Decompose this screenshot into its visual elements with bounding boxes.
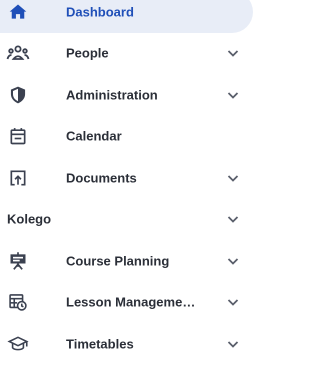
chevron-down-icon[interactable] — [226, 337, 240, 351]
sidebar-item-label: Administration — [66, 87, 158, 103]
sidebar-item-label: Lesson Manageme… — [66, 294, 196, 310]
sidebar-item-documents[interactable]: Documents — [0, 157, 253, 199]
shield-icon — [6, 83, 30, 107]
sidebar-item-label: Calendar — [66, 128, 122, 144]
chevron-down-icon[interactable] — [226, 46, 240, 60]
sidebar-nav: Dashboard People Administration Calendar… — [0, 0, 253, 359]
sidebar-item-lesson-management[interactable]: Lesson Manageme… — [0, 281, 253, 323]
sidebar-item-calendar[interactable]: Calendar — [0, 115, 253, 157]
presentation-board-icon — [6, 249, 30, 273]
sidebar-section-kolego[interactable]: Kolego — [0, 198, 253, 240]
chevron-down-icon[interactable] — [226, 88, 240, 102]
sidebar-item-label: People — [66, 45, 109, 61]
section-title: Kolego — [7, 211, 52, 227]
people-icon — [6, 41, 30, 65]
sidebar-item-label: Documents — [66, 170, 137, 186]
sidebar-item-people[interactable]: People — [0, 32, 253, 74]
chevron-down-icon[interactable] — [226, 212, 240, 226]
sidebar-item-dashboard[interactable]: Dashboard — [0, 0, 253, 33]
sidebar-item-label: Dashboard — [66, 4, 134, 20]
sidebar-item-administration[interactable]: Administration — [0, 74, 253, 116]
chevron-down-icon[interactable] — [226, 171, 240, 185]
home-icon — [6, 0, 30, 24]
schedule-table-icon — [6, 290, 30, 314]
sidebar-item-course-planning[interactable]: Course Planning — [0, 240, 253, 282]
chevron-down-icon[interactable] — [226, 295, 240, 309]
calendar-icon — [6, 124, 30, 148]
upload-box-icon — [6, 166, 30, 190]
graduation-cap-icon — [6, 332, 30, 356]
sidebar-item-label: Timetables — [66, 336, 134, 352]
sidebar-item-label: Course Planning — [66, 253, 170, 269]
chevron-down-icon[interactable] — [226, 254, 240, 268]
